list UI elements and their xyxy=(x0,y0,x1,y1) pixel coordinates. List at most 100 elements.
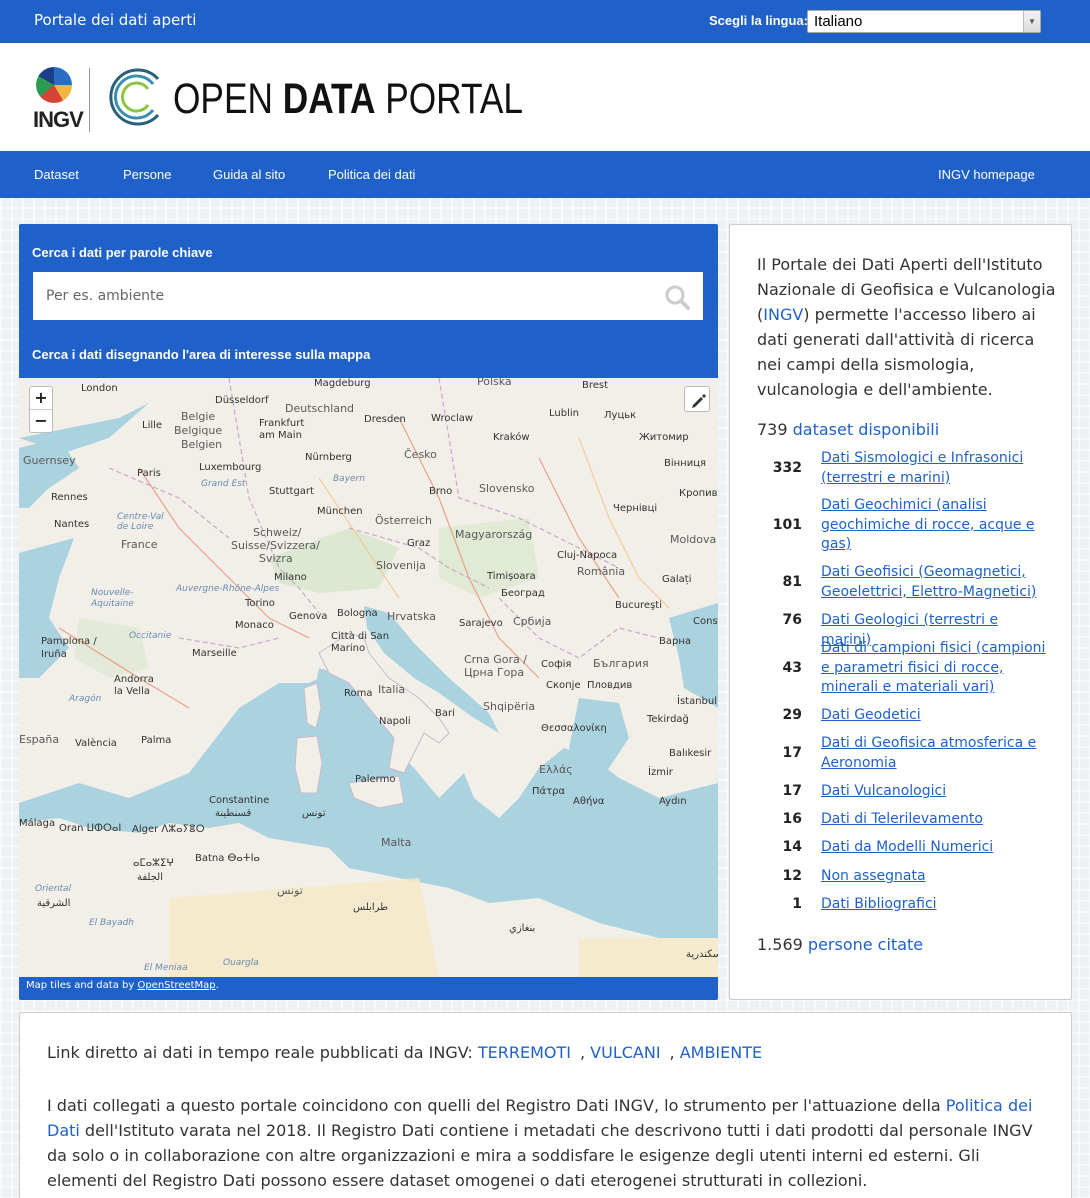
info-panel: Il Portale dei Dati Aperti dell'Istituto… xyxy=(729,224,1072,1000)
map-label: Auvergne-Rhône-Alpes xyxy=(176,584,280,594)
ingv-logo[interactable]: INGV xyxy=(33,67,84,133)
map-label: Aydın xyxy=(659,796,687,807)
map-area[interactable]: London Magdeburg Polska Brest Düsseldorf… xyxy=(19,378,718,977)
map-label: طرابلس xyxy=(353,902,389,913)
map-label: France xyxy=(121,538,158,551)
language-label: Scegli la lingua: xyxy=(709,13,808,28)
map-label: Batna ⴱⴰⵜⵏⴰ xyxy=(195,853,260,864)
realtime-links: Link diretto ai dati in tempo reale pubb… xyxy=(47,1043,771,1062)
map-label: Magyarország xyxy=(455,528,533,541)
category-count: 12 xyxy=(782,868,802,884)
map-label: Shqipëria xyxy=(483,700,536,713)
category-count: 14 xyxy=(782,839,802,855)
category-link[interactable]: Dati di Geofisica atmosferica e Aeronomi… xyxy=(821,734,1046,773)
category-link[interactable]: Dati Bibliografici xyxy=(821,895,1046,915)
map-label: Brest xyxy=(582,380,609,391)
search-input[interactable] xyxy=(33,272,703,320)
map-label: España xyxy=(19,733,60,746)
map-label: London xyxy=(81,383,118,394)
category-link[interactable]: Non assegnata xyxy=(821,867,1046,887)
ingv-link[interactable]: INGV xyxy=(763,305,803,324)
category-count: 29 xyxy=(782,707,802,723)
category-link[interactable]: Dati di campioni fisici (campioni e para… xyxy=(821,639,1046,698)
map-label: Torino xyxy=(245,598,275,609)
map-label: Кропив xyxy=(679,488,718,499)
map-label: Αθήνα xyxy=(573,796,605,807)
globe-icon xyxy=(36,67,72,103)
map-label: Београд xyxy=(501,588,545,599)
chevron-down-icon[interactable]: ▼ xyxy=(1023,11,1040,32)
map-label: Polska xyxy=(477,378,512,388)
map-label: İzmir xyxy=(648,767,673,778)
map-label: ⴰⵎⴰⵣⵉⵖ xyxy=(133,858,174,869)
nav-item-politica[interactable]: Politica dei dati xyxy=(328,167,415,182)
map-label: Aragón xyxy=(69,694,102,704)
zoom-out-button[interactable]: − xyxy=(30,409,52,431)
map-label: Genova xyxy=(289,611,328,622)
map-label: Pamplona / Iruña xyxy=(41,636,97,660)
map-label: Österreich xyxy=(375,514,432,527)
ingv-logo-text: INGV xyxy=(33,107,84,132)
category-count: 81 xyxy=(782,574,802,590)
openstreetmap-link[interactable]: OpenStreetMap xyxy=(137,980,215,991)
map-label: El Bayadh xyxy=(89,918,134,928)
nav-item-persone[interactable]: Persone xyxy=(123,167,171,182)
map-label: Hrvatska xyxy=(387,610,437,623)
ambiente-link[interactable]: AMBIENTE xyxy=(680,1043,762,1062)
link-separator: , xyxy=(579,1043,591,1062)
category-count: 332 xyxy=(772,460,802,476)
map-label: Guernsey xyxy=(23,454,76,467)
language-select[interactable]: Italiano ▼ xyxy=(807,10,1041,33)
search-icon[interactable] xyxy=(664,284,690,310)
map-label: Česko xyxy=(404,448,437,461)
map-label: El Meniaa xyxy=(144,963,188,973)
map-label: Malta xyxy=(381,836,412,849)
draw-area-button[interactable] xyxy=(684,386,710,412)
map-label: Nantes xyxy=(54,519,90,530)
people-link[interactable]: persone citate xyxy=(808,935,923,954)
open-data-portal-logo-icon[interactable] xyxy=(106,65,166,129)
datasets-link[interactable]: dataset disponibili xyxy=(793,420,940,439)
nav-item-guida[interactable]: Guida al sito xyxy=(213,167,285,182)
map-label: Cluj-Napoca xyxy=(557,550,618,561)
portal-wordmark: OPEN DATA PORTAL xyxy=(173,75,523,124)
search-panel: Cerca i dati per parole chiave Cerca i d… xyxy=(19,224,718,1000)
terremoti-link[interactable]: TERREMOTI xyxy=(478,1043,571,1062)
map-label: Пловдив xyxy=(587,680,633,691)
category-link[interactable]: Dati Geofisici (Geomagnetici, Geoelettri… xyxy=(821,563,1046,602)
category-link[interactable]: Dati Sismologici e Infrasonici (terrestr… xyxy=(821,449,1046,488)
category-link[interactable]: Dati Geodetici xyxy=(821,706,1046,726)
map-label: إسكندرية xyxy=(686,949,718,960)
map-label: Belgie xyxy=(181,410,216,423)
map-label: Dresden xyxy=(364,414,406,425)
category-count: 17 xyxy=(782,783,802,799)
map-label: Вінниця xyxy=(664,458,707,469)
map-label: تونس xyxy=(302,808,326,819)
map-label: Luxembourg xyxy=(199,462,262,473)
map-label: Suisse/Svizzera/ xyxy=(231,539,320,552)
category-link[interactable]: Dati Vulcanologici xyxy=(821,782,1046,802)
map-label: România xyxy=(577,565,626,578)
map-label: Svizra xyxy=(259,552,293,565)
nav-item-dataset[interactable]: Dataset xyxy=(34,167,79,182)
category-link[interactable]: Dati di Telerilevamento xyxy=(821,810,1046,830)
map-attribution: Map tiles and data by OpenStreetMap. xyxy=(26,980,219,991)
category-count: 101 xyxy=(772,517,802,533)
map-label: Centre-Val de Loire xyxy=(117,512,164,532)
vulcani-link[interactable]: VULCANI xyxy=(590,1043,660,1062)
map-label: Rennes xyxy=(51,492,88,503)
category-link[interactable]: Dati Geochimici (analisi geochimiche di … xyxy=(821,496,1046,555)
map-label: Чернівці xyxy=(613,503,658,514)
wordmark-open: OPEN xyxy=(173,75,283,123)
zoom-in-button[interactable]: + xyxy=(30,387,52,409)
language-value: Italiano xyxy=(814,13,863,30)
map-label: Graz xyxy=(407,538,431,549)
map-label: Galați xyxy=(662,574,692,585)
map-label: Wroclaw xyxy=(431,413,474,424)
nav-item-ingv-homepage[interactable]: INGV homepage xyxy=(938,167,1035,182)
map-label: بنغازي xyxy=(509,923,536,934)
category-link[interactable]: Dati da Modelli Numerici xyxy=(821,838,1046,858)
map-label: Città di San Marino xyxy=(331,631,390,654)
map-label: Const xyxy=(693,616,718,627)
link-separator: , xyxy=(669,1043,680,1062)
